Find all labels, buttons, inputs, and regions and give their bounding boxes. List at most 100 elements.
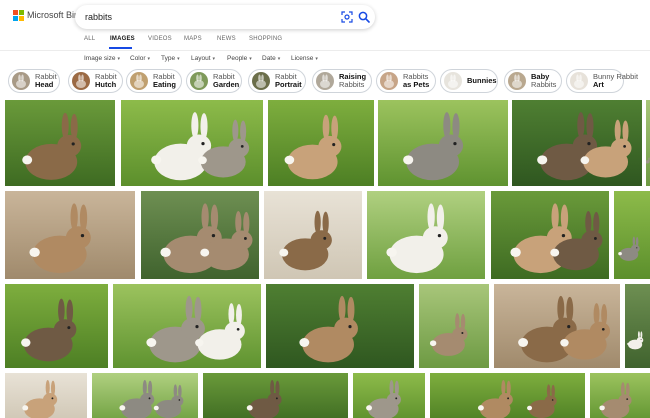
related-search-chip[interactable]: Rabbit Head	[8, 69, 60, 93]
search-icon[interactable]	[358, 11, 370, 23]
related-search-chip[interactable]: Rabbit Garden	[186, 69, 242, 93]
chip-thumbnail	[316, 72, 334, 90]
image-result[interactable]	[264, 191, 362, 279]
chip-label: Rabbit Portrait	[275, 73, 302, 89]
header: Microsoft Bing	[0, 0, 650, 32]
chip-label-line2: Bunnies	[467, 76, 497, 85]
tab-shopping[interactable]: SHOPPING	[249, 36, 282, 42]
related-search-chip[interactable]: Rabbits as Pets	[376, 69, 436, 93]
filter-people[interactable]: People ▾	[227, 55, 252, 62]
tab-images[interactable]: IMAGES	[110, 36, 135, 42]
filter-layout[interactable]: Layout ▾	[191, 55, 215, 62]
image-result[interactable]	[266, 284, 414, 368]
chip-label: Rabbit Hutch	[95, 73, 117, 89]
image-result[interactable]	[203, 373, 348, 418]
image-result[interactable]	[121, 100, 263, 186]
rabbit-photo	[141, 191, 259, 279]
image-result[interactable]	[625, 284, 650, 368]
image-results-grid	[0, 100, 650, 418]
chevron-down-icon: ▾	[315, 56, 318, 62]
image-result[interactable]	[494, 284, 620, 368]
image-result[interactable]	[92, 373, 198, 418]
microsoft-logo-icon	[13, 10, 24, 21]
image-result[interactable]	[5, 100, 115, 186]
chevron-down-icon: ▾	[117, 56, 120, 62]
related-search-chip[interactable]: Rabbit Eating	[126, 69, 182, 93]
chip-label: Rabbit Garden	[213, 73, 239, 89]
chip-label: Bunnies	[467, 77, 497, 85]
chip-thumbnail	[508, 72, 526, 90]
bing-logo[interactable]: Microsoft Bing	[13, 10, 84, 21]
rabbit-photo	[121, 100, 263, 186]
rabbit-photo	[494, 284, 620, 368]
rabbit-photo	[614, 191, 650, 279]
rabbit-photo	[378, 100, 508, 186]
related-search-chip[interactable]: Rabbit Portrait	[248, 69, 306, 93]
related-search-chip[interactable]: Bunny Rabbit Art	[566, 69, 638, 93]
chip-label-line2: Eating	[153, 80, 176, 89]
related-search-chip[interactable]: Baby Rabbits	[504, 69, 562, 93]
image-result[interactable]	[5, 284, 108, 368]
active-tab-indicator	[109, 47, 132, 49]
vertical-tabs: ALL IMAGES VIDEOS MAPS NEWS SHOPPING	[0, 32, 650, 50]
image-result[interactable]	[646, 100, 650, 186]
chevron-down-icon: ▾	[212, 56, 216, 62]
image-result[interactable]	[419, 284, 489, 368]
chip-label: Rabbit Head	[35, 73, 57, 89]
chip-thumbnail	[130, 72, 148, 90]
rabbit-photo	[512, 100, 642, 186]
rabbit-photo	[419, 284, 489, 368]
filter-type[interactable]: Type ▾	[161, 55, 180, 62]
image-result[interactable]	[367, 191, 485, 279]
rabbit-photo	[268, 100, 374, 186]
search-input[interactable]	[85, 9, 325, 25]
visual-search-icon[interactable]	[341, 11, 353, 23]
chip-label-line2: Portrait	[275, 80, 302, 89]
image-result[interactable]	[353, 373, 425, 418]
chip-label-line2: Hutch	[95, 80, 117, 89]
chip-label-line2: as Pets	[403, 80, 430, 89]
image-result[interactable]	[5, 373, 87, 418]
rabbit-photo	[5, 191, 135, 279]
image-result[interactable]	[491, 191, 609, 279]
rabbit-photo	[491, 191, 609, 279]
image-result[interactable]	[113, 284, 261, 368]
header-divider	[0, 50, 650, 51]
image-result[interactable]	[5, 191, 135, 279]
filter-date[interactable]: Date ▾	[262, 55, 280, 62]
image-result[interactable]	[268, 100, 374, 186]
tab-videos[interactable]: VIDEOS	[148, 36, 172, 42]
chip-label-line2: Rabbits	[339, 80, 365, 89]
rabbit-photo	[203, 373, 348, 418]
chip-thumbnail	[380, 72, 398, 90]
image-result[interactable]	[614, 191, 650, 279]
search-box	[75, 5, 375, 29]
tab-all[interactable]: ALL	[84, 36, 95, 42]
related-searches: Rabbit Head Rabbit Hutch Rabbit Eating Rabbit G…	[0, 69, 650, 94]
chip-label-line2: Garden	[213, 80, 240, 89]
tab-maps[interactable]: MAPS	[184, 36, 202, 42]
image-result[interactable]	[378, 100, 508, 186]
image-result[interactable]	[141, 191, 259, 279]
related-search-chip[interactable]: Raising Rabbits	[312, 69, 372, 93]
filter-color[interactable]: Color ▾	[130, 55, 150, 62]
related-search-chip[interactable]: Bunnies	[440, 69, 498, 93]
related-search-chip[interactable]: Rabbit Hutch	[68, 69, 123, 93]
chip-label-line2: Art	[593, 80, 604, 89]
chip-label: Rabbits as Pets	[403, 73, 429, 89]
chevron-down-icon: ▾	[277, 56, 281, 62]
chip-label-line2: Head	[35, 80, 54, 89]
tab-news[interactable]: NEWS	[217, 36, 236, 42]
rabbit-photo	[590, 373, 650, 418]
chevron-down-icon: ▾	[249, 56, 252, 62]
filter-license[interactable]: License ▾	[291, 55, 318, 62]
filter-image-size[interactable]: Image size ▾	[84, 55, 120, 62]
image-result[interactable]	[430, 373, 585, 418]
rabbit-photo	[92, 373, 198, 418]
rabbit-photo	[625, 284, 650, 368]
rabbit-photo	[266, 284, 414, 368]
image-result[interactable]	[590, 373, 650, 418]
rabbit-photo	[264, 191, 362, 279]
rabbit-photo	[113, 284, 261, 368]
image-result[interactable]	[512, 100, 642, 186]
